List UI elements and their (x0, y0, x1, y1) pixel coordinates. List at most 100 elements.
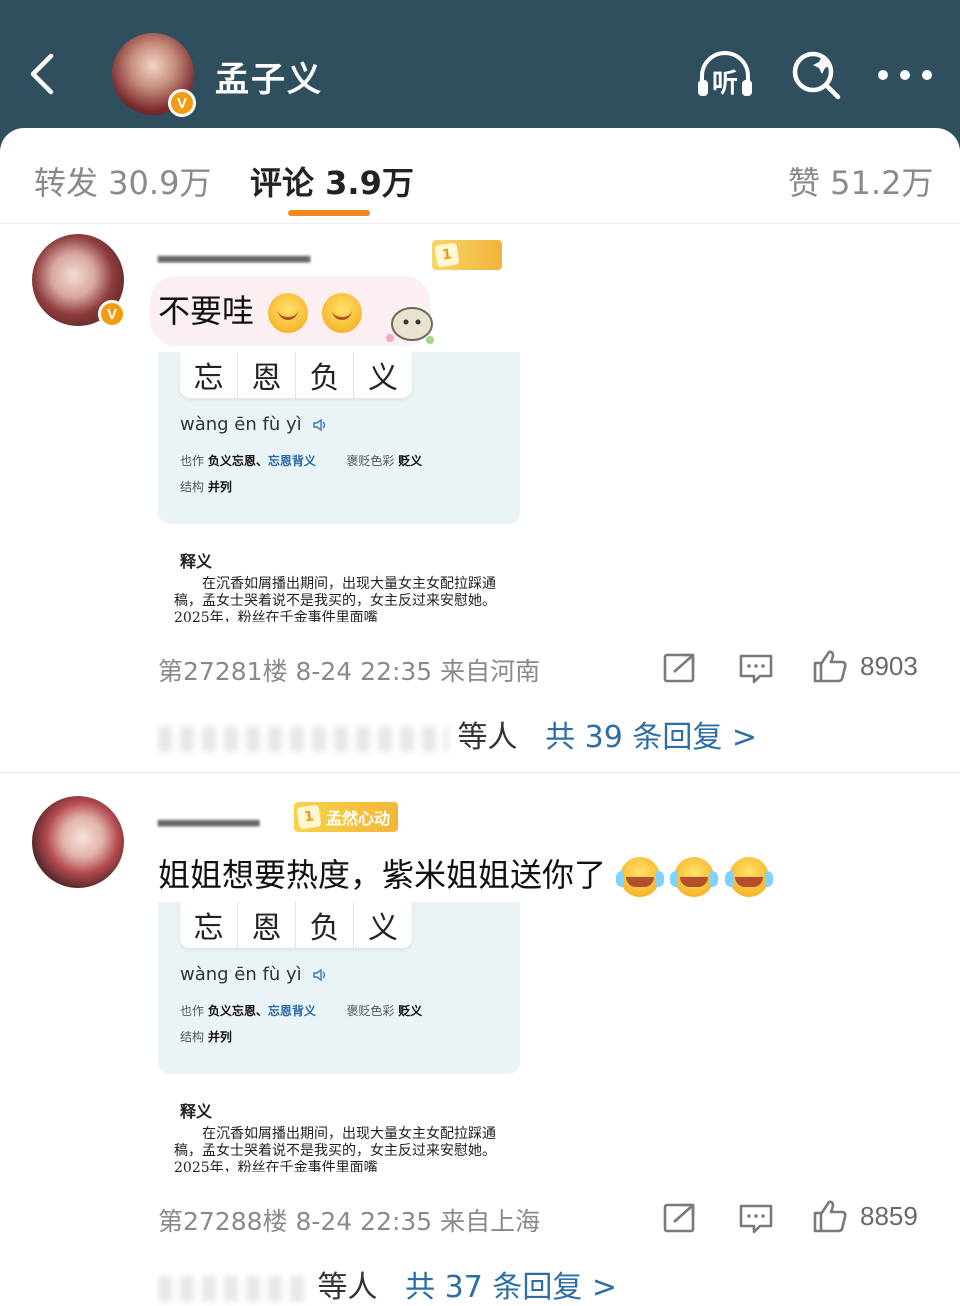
dictionary-image[interactable]: 忘 恩 负 义 wàng ēn fù yì 也作 负义忘恩、忘恩背义 褒贬色彩 … (158, 352, 520, 622)
structure-value: 并列 (207, 1030, 232, 1044)
commenter-name-blurred[interactable]: ▂▂▂▂▂▂ (158, 802, 260, 827)
comment-icon[interactable] (738, 1202, 774, 1234)
comment-text-content: 姐姐想要热度，紫米姐姐送你了 (158, 856, 607, 894)
commenter-avatar[interactable]: V (32, 234, 126, 328)
listen-button[interactable]: 听 (694, 46, 756, 102)
more-button[interactable] (878, 60, 932, 90)
tab-reposts[interactable]: 转发 30.9万 (34, 158, 211, 204)
idiom-char: 恩 (238, 902, 296, 948)
search-icon (792, 51, 841, 100)
structure-label: 结构 (180, 1030, 205, 1044)
search-button[interactable] (790, 48, 842, 100)
also-value-link: 忘恩背义 (267, 454, 316, 468)
share-icon[interactable] (662, 1202, 698, 1234)
pinyin-text: wàng ēn fù yì (180, 414, 302, 435)
fan-level-number: 1 (434, 242, 460, 268)
thumbs-up-icon (813, 1200, 847, 1233)
like-count: 8859 (860, 1200, 918, 1231)
share-icon[interactable] (662, 652, 698, 684)
verified-badge: V (98, 300, 126, 328)
replies-row[interactable]: 等人 共 39 条回复 > (158, 712, 757, 756)
comment-icon[interactable] (738, 652, 774, 684)
definition-heading: 释义 (180, 1102, 213, 1121)
tone-value: 贬义 (398, 454, 423, 468)
author-name[interactable]: 孟子义 (215, 52, 323, 101)
commenter-avatar[interactable] (32, 796, 124, 888)
also-value: 负义忘恩、 (207, 454, 268, 468)
idiom-char: 忘 (180, 902, 238, 948)
tab-comments[interactable]: 评论 3.9万 (250, 158, 414, 204)
structure-label: 结构 (180, 480, 205, 494)
tone-label: 褒贬色彩 (346, 454, 395, 468)
like-button[interactable]: 8859 (812, 1198, 918, 1234)
like-button[interactable]: 8903 (812, 648, 918, 684)
headphones-icon: 听 (698, 51, 752, 99)
thumbs-up-icon (813, 650, 847, 683)
chevron-left-icon (30, 53, 54, 95)
fan-badge-label: 孟然心动 (326, 809, 391, 828)
idiom-structure: 结构 并列 (180, 478, 232, 495)
crying-face-emoji-icon (670, 857, 719, 897)
also-label: 也作 (180, 1004, 205, 1018)
comment-text-content: 不要哇 (158, 292, 255, 330)
verified-badge: V (168, 89, 196, 117)
replier-suffix: 等人 (457, 720, 518, 755)
pinyin-text: wàng ēn fù yì (180, 964, 302, 985)
like-count: 8903 (860, 650, 918, 681)
listen-label: 听 (712, 69, 738, 99)
idiom-variants: 也作 负义忘恩、忘恩背义 褒贬色彩 贬义 (180, 1002, 422, 1019)
crying-face-emoji-icon (616, 857, 665, 897)
back-button[interactable] (22, 50, 62, 98)
sticker-icon (386, 307, 434, 344)
more-dot-icon (900, 70, 910, 80)
more-dot-icon (922, 70, 932, 80)
tab-likes[interactable]: 赞 51.2万 (788, 158, 933, 204)
idiom-pinyin: wàng ēn fù yì (180, 414, 329, 435)
idiom-char: 义 (368, 911, 398, 946)
replies-row[interactable]: 等人 共 37 条回复 > (158, 1262, 617, 1306)
comment-floor-info: 第27281楼 8-24 22:35 来自河南 (158, 657, 541, 686)
definition-heading: 释义 (180, 552, 213, 571)
also-value-link: 忘恩背义 (267, 1004, 316, 1018)
commenter-name-blurred[interactable]: ▂▂▂▂▂▂▂▂▂ (158, 238, 310, 263)
comment-floor-info: 第27288楼 8-24 22:35 来自上海 (158, 1207, 541, 1236)
crying-face-emoji-icon (724, 857, 773, 897)
also-value: 负义忘恩、 (207, 1004, 268, 1018)
idiom-char: 负 (296, 902, 354, 948)
fan-level-number: 1 (296, 804, 322, 830)
idiom-pinyin: wàng ēn fù yì (180, 964, 329, 985)
idiom-char: 恩 (238, 352, 296, 398)
view-replies-link[interactable]: 共 39 条回复 > (545, 720, 757, 755)
also-label: 也作 (180, 454, 205, 468)
active-tab-indicator (288, 210, 370, 216)
tab-bar: 转发 30.9万 评论 3.9万 赞 51.2万 (0, 128, 960, 224)
replier-names-blurred (158, 725, 448, 752)
more-dot-icon (878, 70, 888, 80)
fan-level-badge: 1 (432, 240, 502, 270)
comment-text: 不要哇 (158, 286, 363, 333)
view-replies-link[interactable]: 共 37 条回复 > (405, 1270, 617, 1305)
tone-label: 褒贬色彩 (346, 1004, 395, 1018)
idiom-variants: 也作 负义忘恩、忘恩背义 褒贬色彩 贬义 (180, 452, 422, 469)
idiom-char: 义 (368, 361, 398, 396)
definition-text: 在沉香如屑播出期间，出现大量女主女配拉踩通稿，孟女士哭着说不是我买的，女主反过来… (174, 576, 496, 622)
idiom-char: 负 (296, 352, 354, 398)
definition-text: 在沉香如屑播出期间，出现大量女主女配拉踩通稿，孟女士哭着说不是我买的，女主反过来… (174, 1126, 496, 1172)
shy-face-emoji-icon (268, 293, 309, 333)
idiom-structure: 结构 并列 (180, 1028, 232, 1045)
tone-value: 贬义 (398, 1004, 423, 1018)
speaker-icon (313, 418, 326, 432)
dictionary-image[interactable]: 忘 恩 负 义 wàng ēn fù yì 也作 负义忘恩、忘恩背义 褒贬色彩 … (158, 902, 520, 1172)
author-avatar[interactable]: V (112, 33, 196, 117)
comment-text: 姐姐想要热度，紫米姐姐送你了 (158, 850, 773, 897)
comment-divider (0, 772, 960, 773)
idiom-char: 忘 (180, 352, 238, 398)
fan-level-badge: 1 孟然心动 (294, 802, 399, 832)
replier-suffix: 等人 (317, 1270, 378, 1305)
structure-value: 并列 (207, 480, 232, 494)
shy-face-emoji-icon (322, 293, 363, 333)
idiom-characters: 忘 恩 负 义 (180, 352, 412, 398)
idiom-characters: 忘 恩 负 义 (180, 902, 412, 948)
replier-names-blurred (158, 1275, 308, 1302)
speaker-icon (313, 968, 326, 982)
